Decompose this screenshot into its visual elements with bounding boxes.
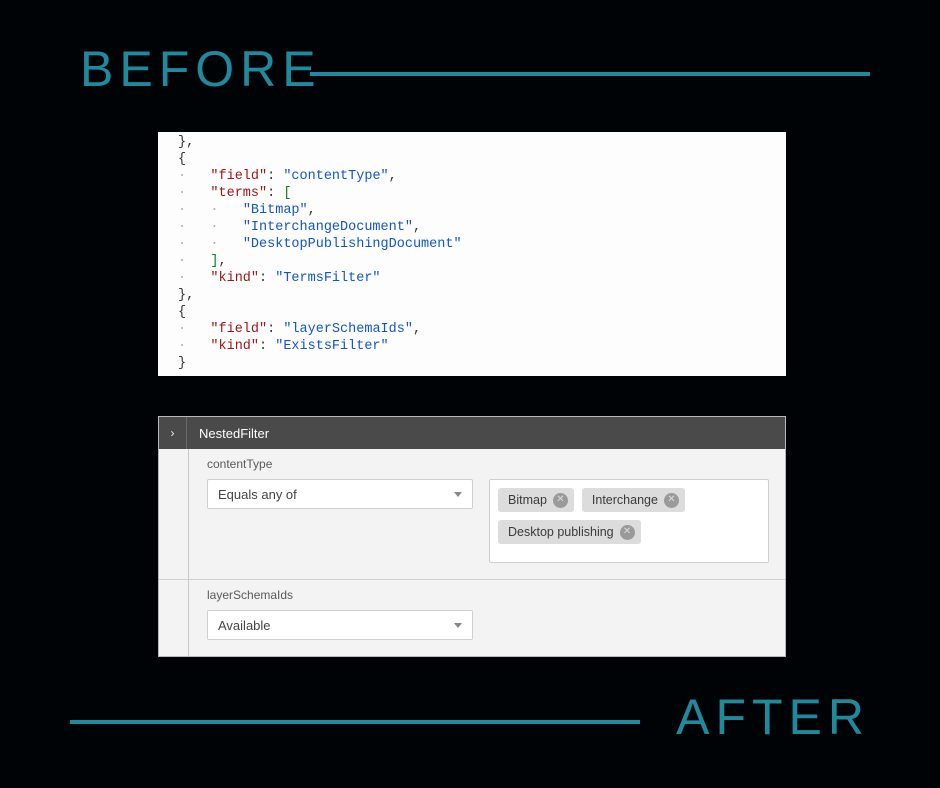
chevron-right-icon: › [171, 426, 175, 440]
chevron-down-icon [454, 492, 462, 497]
after-heading: AFTER [676, 688, 870, 746]
value-chip[interactable]: Bitmap ✕ [498, 488, 574, 512]
value-chip-label: Desktop publishing [508, 525, 614, 539]
value-chip-box[interactable]: Bitmap ✕ Interchange ✕ Desktop publishing ✕ [489, 479, 769, 563]
filter-field-label: contentType [207, 457, 769, 471]
value-chip-label: Interchange [592, 493, 658, 507]
divider-top [310, 72, 870, 76]
chip-remove-icon[interactable]: ✕ [553, 493, 568, 508]
filter-section: layerSchemaIds Available [159, 579, 785, 656]
before-heading: BEFORE [80, 40, 322, 98]
operator-select-value: Available [218, 618, 271, 633]
filter-section: contentTypeEquals any ofBitmap✕Interchan… [159, 449, 785, 579]
operator-select[interactable]: Equals any of [207, 479, 473, 509]
filter-panel-header: › NestedFilter [159, 417, 785, 449]
filter-field-label: layerSchemaIds [207, 588, 769, 602]
value-chip[interactable]: Interchange ✕ [582, 488, 685, 512]
value-chip-label: Bitmap [508, 493, 547, 507]
value-chip[interactable]: Desktop publishing ✕ [498, 520, 641, 544]
chevron-down-icon [454, 623, 462, 628]
expand-toggle[interactable]: › [159, 417, 187, 449]
operator-select[interactable]: Available [207, 610, 473, 640]
divider-bottom [70, 720, 640, 724]
filter-panel: › NestedFilter contentType Equals any of B… [158, 416, 786, 657]
operator-select-value: Equals any of [218, 487, 297, 502]
filter-panel-title: NestedFilter [187, 417, 269, 449]
chip-remove-icon[interactable]: ✕ [664, 493, 679, 508]
json-code-block: },{· "field": "contentType",· "terms": [… [158, 132, 786, 376]
chip-remove-icon[interactable]: ✕ [620, 525, 635, 540]
